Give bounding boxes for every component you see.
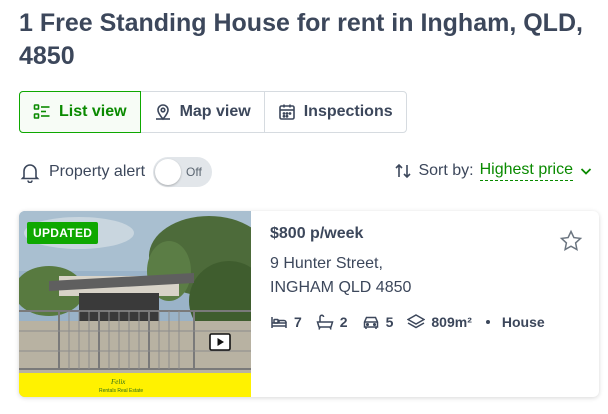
separator-dot: [485, 320, 490, 324]
sort-label: Sort by:: [418, 162, 474, 179]
sort-dropdown[interactable]: Highest price: [479, 161, 573, 181]
address-line-2: INGHAM QLD 4850: [270, 279, 412, 296]
bed-icon: [271, 317, 287, 328]
video-play-icon: [209, 333, 231, 351]
bedrooms-count: 7: [294, 314, 302, 330]
listing-address[interactable]: 9 Hunter Street, INGHAM QLD 4850: [270, 252, 580, 300]
parking-feature: 5: [362, 313, 394, 331]
toggle-state-label: Off: [186, 165, 202, 179]
updated-badge: UPDATED: [27, 222, 99, 244]
sort-arrows-icon: [395, 163, 412, 179]
bell-icon: [20, 164, 40, 183]
land-size-value: 809m²: [431, 314, 472, 330]
bedrooms-feature: 7: [270, 313, 302, 331]
address-line-1: 9 Hunter Street,: [270, 255, 383, 272]
property-alert-toggle[interactable]: Off: [153, 157, 213, 187]
star-icon[interactable]: [559, 229, 583, 253]
tab-list-view[interactable]: List view: [19, 91, 141, 133]
tab-inspections[interactable]: Inspections: [265, 92, 406, 132]
sort-control: Sort by: Highest price: [394, 161, 593, 181]
svg-text:Felix: Felix: [110, 378, 126, 386]
parking-count: 5: [385, 314, 394, 330]
svg-text:Rentals Real Estate: Rentals Real Estate: [99, 388, 143, 394]
listing-photo[interactable]: Felix Rentals Real Estate UPDATED: [19, 211, 251, 397]
listing-details: $800 p/week 9 Hunter Street, INGHAM QLD …: [270, 225, 580, 331]
listing-features: 7 2 5 809m² House: [270, 313, 580, 331]
property-alert-label: Property alert: [49, 163, 146, 180]
bathrooms-feature: 2: [316, 313, 348, 331]
bath-icon: [316, 314, 334, 330]
map-pin-icon: [155, 104, 170, 121]
tab-inspections-label: Inspections: [303, 103, 393, 120]
property-alert: Property alert Off: [19, 157, 213, 187]
calendar-icon: [278, 104, 295, 120]
page-title: 1 Free Standing House for rent in Ingham…: [19, 9, 583, 70]
bathrooms-count: 2: [339, 314, 348, 330]
listing-card[interactable]: Felix Rentals Real Estate UPDATED $800 p…: [19, 211, 599, 397]
listing-price: $800 p/week: [270, 225, 364, 242]
car-icon: [363, 316, 378, 329]
view-switcher: List view Map view Inspections: [19, 91, 407, 133]
tab-map-view-label: Map view: [179, 103, 251, 120]
land-size-feature: 809m²: [407, 313, 472, 331]
land-size-icon: [407, 314, 426, 329]
list-icon: [33, 104, 50, 119]
property-type: House: [501, 314, 545, 330]
chevron-down-icon[interactable]: [579, 164, 593, 178]
tab-map-view[interactable]: Map view: [141, 92, 265, 132]
toggle-knob: [155, 159, 182, 185]
tab-list-view-label: List view: [59, 103, 127, 120]
